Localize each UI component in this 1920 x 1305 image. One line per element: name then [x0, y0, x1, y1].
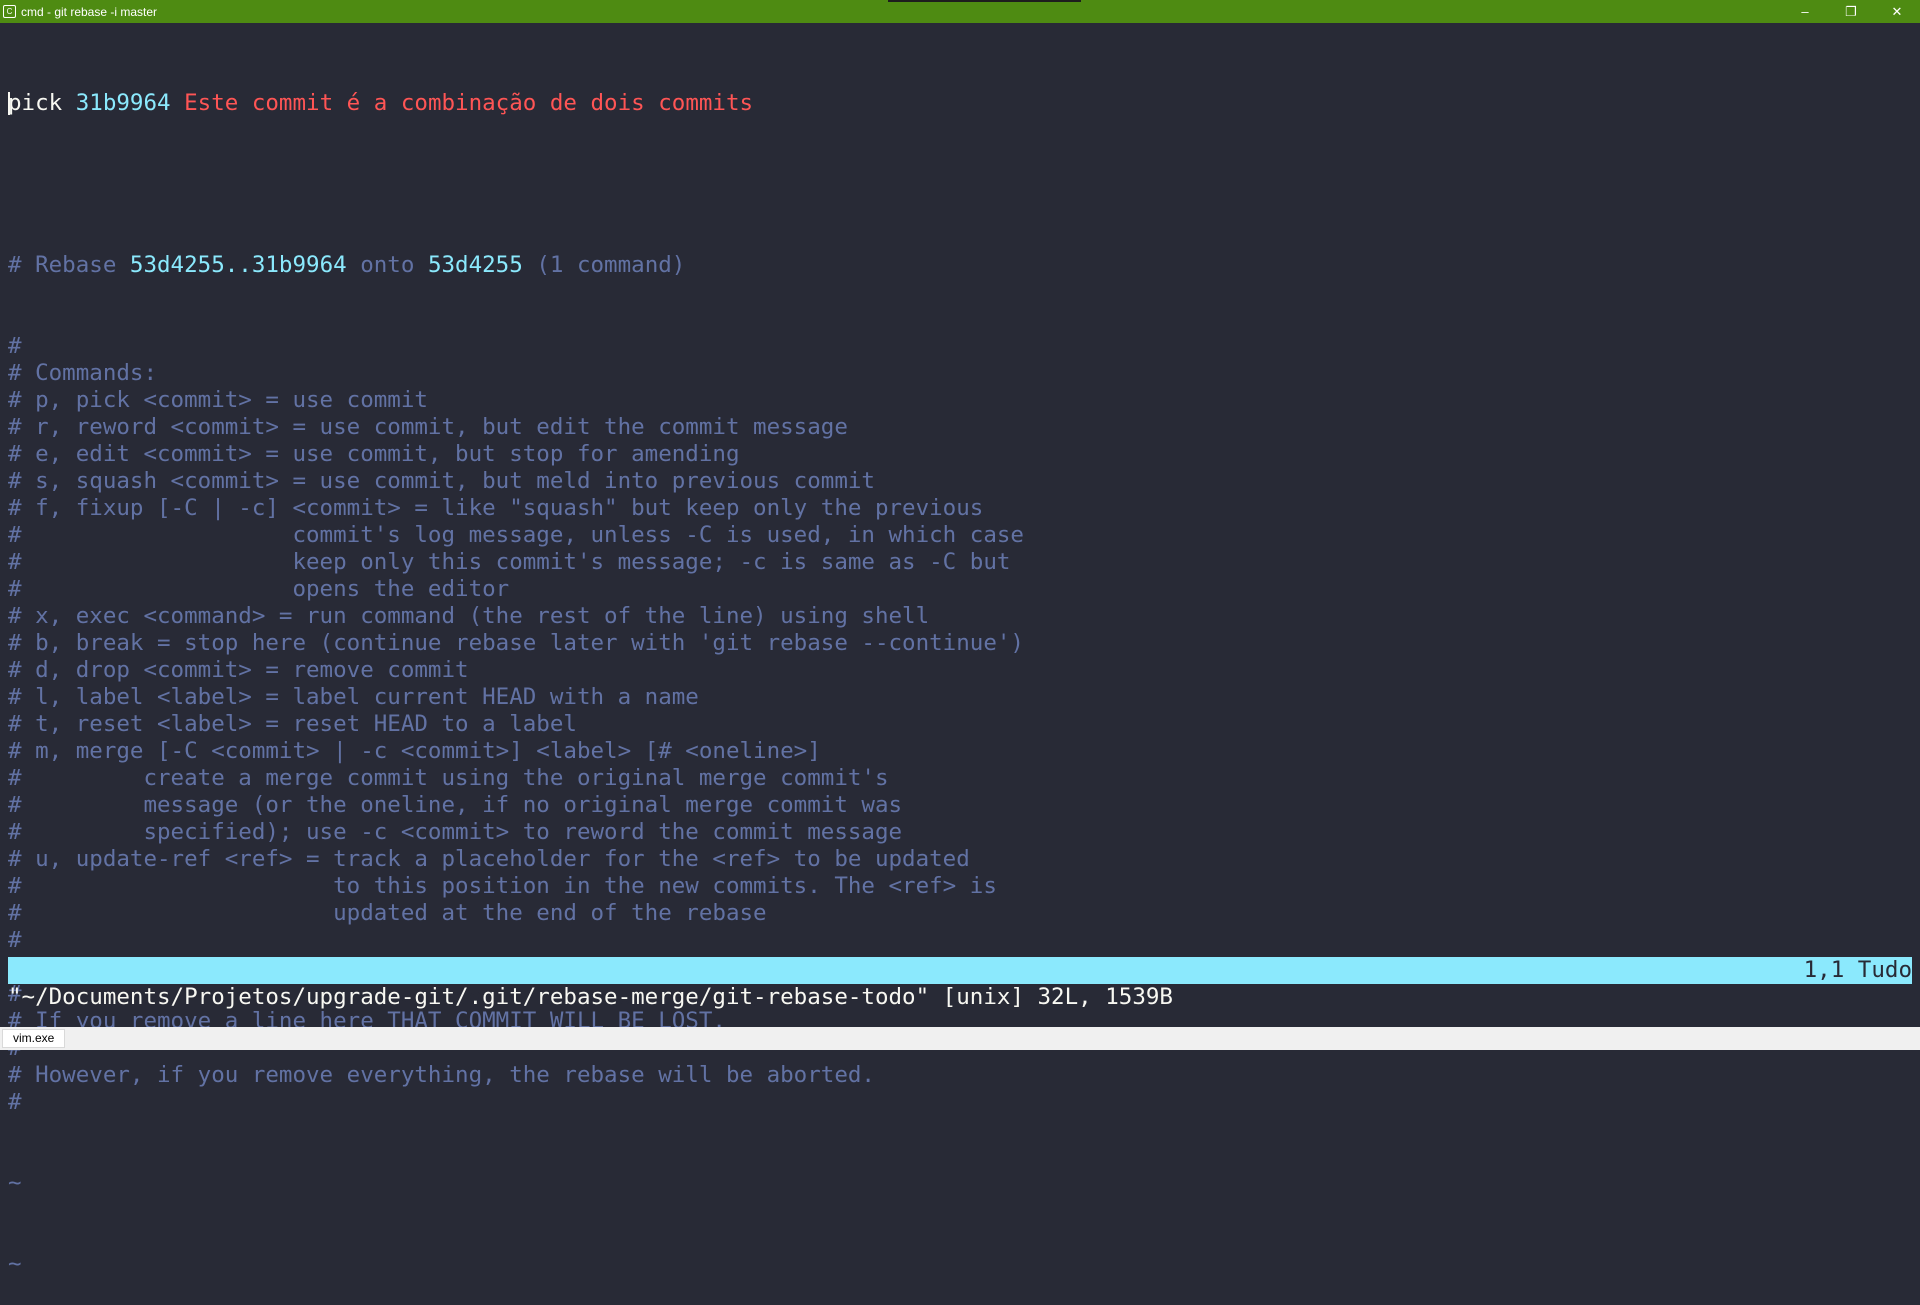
comment-line: # e, edit <commit> = use commit, but sto… [8, 441, 740, 467]
command-count: (1 command) [522, 252, 686, 278]
comment-line: # [8, 333, 22, 359]
comment-line: # x, exec <command> = run command (the r… [8, 603, 930, 629]
comment-line: # However, if you remove everything, the… [8, 1062, 875, 1088]
rebase-prefix: # Rebase [8, 252, 130, 278]
taskbar: vim.exe [0, 1027, 1920, 1050]
comment-line: # d, drop <commit> = remove commit [8, 657, 469, 683]
restore-icon[interactable]: ❐ [1828, 0, 1874, 23]
comment-line: # [8, 927, 22, 953]
comment-line: # u, update-ref <ref> = track a placehol… [8, 846, 970, 872]
title-bar[interactable]: C cmd - git rebase -i master – ❐ ✕ [0, 0, 1920, 23]
drag-indicator [888, 0, 1081, 2]
cmd-icon: C [3, 5, 16, 18]
vim-command-line[interactable]: "~/Documents/Projetos/upgrade-git/.git/r… [8, 984, 1912, 1011]
comment-line: # f, fixup [-C | -c] <commit> = like "sq… [8, 495, 984, 521]
comment-line: # m, merge [-C <commit> | -c <commit>] <… [8, 738, 821, 764]
comment-line: # s, squash <commit> = use commit, but m… [8, 468, 875, 494]
comment-line: # b, break = stop here (continue rebase … [8, 630, 1024, 656]
pick-command: pick [8, 90, 63, 116]
comment-line: # create a merge commit using the origin… [8, 765, 889, 791]
comment-line: # [8, 1089, 22, 1115]
vim-statusline: .git/rebase-merge/git-rebase-todo [unix]… [8, 957, 1912, 1010]
close-icon[interactable]: ✕ [1874, 0, 1920, 23]
window-title: cmd - git rebase -i master [21, 4, 158, 19]
rebase-header-line: # Rebase 53d4255..31b9964 onto 53d4255 (… [8, 252, 1912, 279]
commit-message: Este commit é a combinação de dois commi… [184, 90, 754, 116]
onto-word: onto [346, 252, 428, 278]
comment-line: # message (or the oneline, if no origina… [8, 792, 903, 818]
comment-line: # opens the editor [8, 576, 510, 602]
tilde-line: ~ [8, 1170, 22, 1196]
comment-line: # to this position in the new commits. T… [8, 873, 997, 899]
editor-buffer[interactable]: pick 31b9964 Este commit é a combinação … [8, 36, 1912, 1305]
comment-line: # l, label <label> = label current HEAD … [8, 684, 699, 710]
commit-hash: 31b9964 [75, 90, 171, 116]
minimize-icon[interactable]: – [1782, 0, 1828, 23]
tilde-line: ~ [8, 1251, 22, 1277]
comment-line: # specified); use -c <commit> to reword … [8, 819, 903, 845]
comment-line: # Commands: [8, 360, 158, 386]
comment-line: # r, reword <commit> = use commit, but e… [8, 414, 848, 440]
window-controls: – ❐ ✕ [1782, 0, 1920, 23]
onto-hash: 53d4255 [427, 252, 523, 278]
comment-line: # updated at the end of the rebase [8, 900, 767, 926]
tab-vim-exe[interactable]: vim.exe [2, 1029, 66, 1048]
todo-line-pick[interactable]: pick 31b9964 Este commit é a combinação … [8, 90, 1912, 117]
comment-line: # keep only this commit's message; -c is… [8, 549, 1011, 575]
statusline-position: 1,1 Tudo [1803, 957, 1912, 983]
comment-line: # commit's log message, unless -C is use… [8, 522, 1024, 548]
comment-line: # p, pick <commit> = use commit [8, 387, 428, 413]
rebase-range: 53d4255..31b9964 [129, 252, 347, 278]
comment-line: # t, reset <label> = reset HEAD to a lab… [8, 711, 577, 737]
